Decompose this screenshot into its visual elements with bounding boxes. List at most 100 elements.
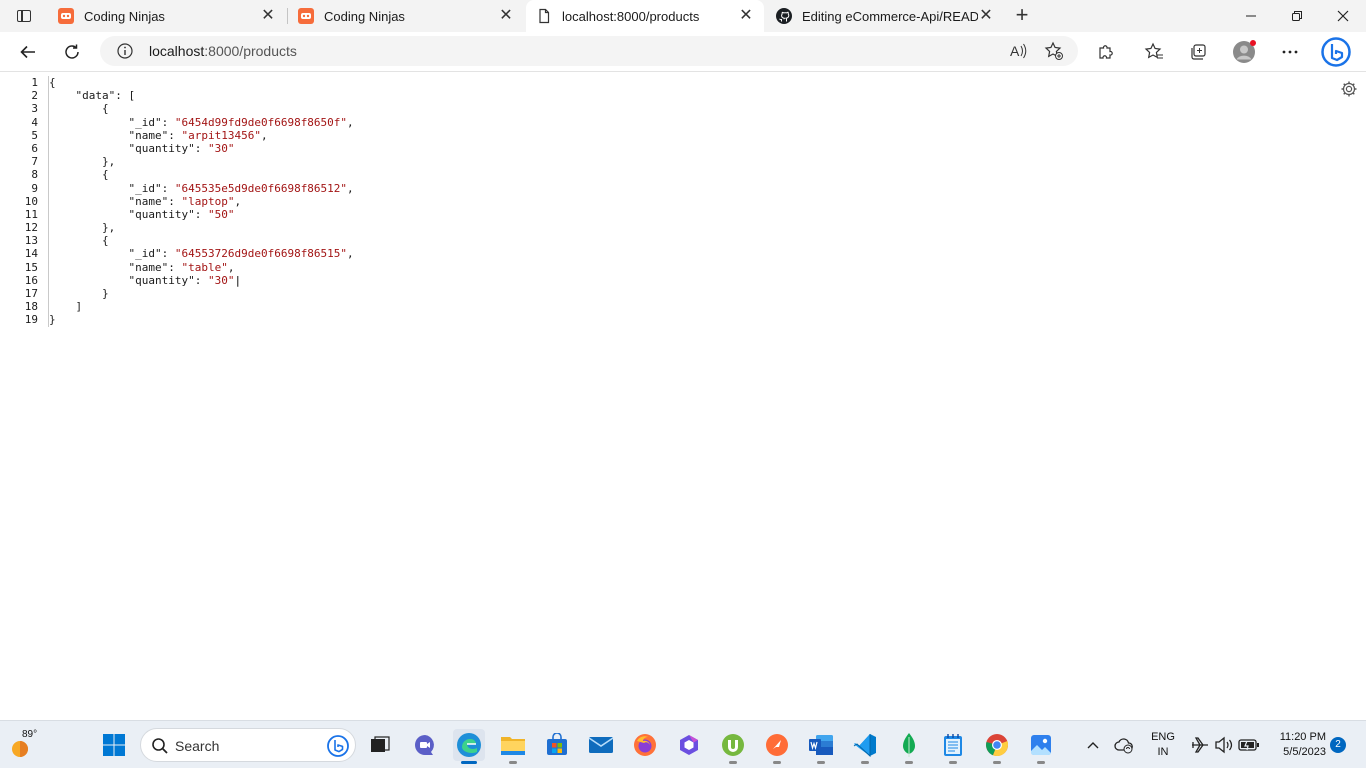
airplane-mode-icon[interactable]	[1190, 736, 1210, 754]
tab-github-editing[interactable]: Editing eCommerce-Api/READM ✕	[766, 0, 1004, 32]
notification-badge[interactable]: 2	[1330, 737, 1346, 753]
close-tab-icon[interactable]: ✕	[738, 8, 754, 24]
bing-chat-button[interactable]	[1320, 36, 1352, 68]
json-punctuation: :	[194, 273, 208, 287]
code-line: 12 },	[0, 221, 354, 235]
notepad-icon	[944, 734, 962, 756]
close-tab-icon[interactable]: ✕	[498, 8, 514, 24]
volume-icon[interactable]	[1214, 736, 1234, 754]
json-punctuation: :	[168, 260, 182, 274]
code-line: 5 "name": "arpit13456",	[0, 128, 354, 142]
line-number: 3	[31, 102, 38, 116]
taskbar-mongodb[interactable]	[893, 729, 925, 764]
taskbar-mail[interactable]	[585, 729, 617, 761]
tab-title: localhost:8000/products	[562, 8, 700, 24]
clock-date: 5/5/2023	[1283, 746, 1326, 758]
taskbar-utorrent[interactable]	[717, 729, 749, 764]
json-punctuation: {	[101, 168, 109, 182]
taskbar-search-box[interactable]: Search	[140, 728, 356, 762]
minimize-button[interactable]	[1228, 0, 1274, 32]
vscode-icon	[853, 734, 876, 757]
tab-localhost-products[interactable]: localhost:8000/products ✕	[526, 0, 764, 32]
gutter	[38, 195, 48, 208]
line-number: 18	[24, 300, 38, 314]
taskbar-task-view[interactable]	[364, 729, 396, 761]
mail-icon	[588, 737, 614, 753]
json-key: "_id"	[128, 181, 162, 195]
code-text: },	[48, 155, 115, 169]
gutter	[38, 129, 48, 142]
back-button[interactable]	[12, 36, 44, 68]
battery-icon[interactable]	[1238, 737, 1260, 753]
profile-button[interactable]	[1228, 36, 1260, 68]
edge-icon	[457, 733, 481, 757]
tab-coding-ninjas-1[interactable]: Coding Ninjas ✕	[48, 0, 286, 32]
line-number: 15	[24, 260, 38, 274]
code-text: "quantity": "50"	[48, 207, 234, 222]
code-text: }	[48, 287, 109, 301]
json-punctuation: :	[161, 181, 175, 195]
clock[interactable]: 11:20 PM 5/5/2023	[1270, 730, 1326, 760]
github-icon	[776, 8, 792, 24]
tab-title: Editing eCommerce-Api/READM	[802, 8, 978, 24]
json-key: "_id"	[128, 247, 162, 261]
extensions-button[interactable]	[1090, 36, 1122, 68]
url-text[interactable]: localhost:8000/products	[149, 43, 297, 59]
close-window-button[interactable]	[1320, 0, 1366, 32]
code-text: "_id": "645535e5d9de0f6698f86512",	[48, 181, 354, 195]
back-arrow-icon	[20, 45, 35, 59]
close-icon	[1337, 10, 1349, 22]
json-punctuation: {	[101, 102, 109, 116]
json-punctuation: {	[49, 76, 56, 89]
line-number: 10	[24, 194, 38, 208]
close-tab-icon[interactable]: ✕	[260, 8, 276, 24]
json-string-value: "64553726d9de0f6698f86515"	[174, 247, 348, 261]
settings-and-more-button[interactable]	[1274, 36, 1306, 68]
close-tab-icon[interactable]: ✕	[978, 8, 994, 24]
add-favorite-icon[interactable]	[1044, 41, 1064, 61]
json-key: "_id"	[128, 115, 162, 129]
json-viewer[interactable]: 1{2 "data": [3 {4 "_id": "6454d99fd9de0f…	[0, 76, 354, 327]
onedrive-sync-icon[interactable]	[1114, 735, 1134, 755]
favorites-button[interactable]	[1138, 36, 1170, 68]
gear-icon[interactable]	[1340, 80, 1358, 98]
line-number: 5	[31, 128, 38, 142]
region-code: IN	[1157, 746, 1169, 758]
refresh-button[interactable]	[56, 36, 88, 68]
taskbar-file-explorer[interactable]	[497, 729, 529, 764]
site-info-icon[interactable]	[116, 42, 134, 60]
restore-icon	[1292, 11, 1302, 21]
taskbar-postman[interactable]	[761, 729, 793, 764]
tab-coding-ninjas-2[interactable]: Coding Ninjas ✕	[288, 0, 524, 32]
taskbar-firefox[interactable]	[629, 729, 661, 761]
taskbar-photos[interactable]	[1025, 729, 1057, 764]
tab-actions-icon[interactable]	[8, 4, 40, 28]
gutter	[38, 221, 48, 234]
read-aloud-icon[interactable]: A	[1008, 41, 1028, 61]
taskbar-vscode[interactable]	[849, 729, 881, 764]
chevron-up-icon[interactable]	[1086, 739, 1100, 751]
gutter	[38, 313, 48, 326]
address-bar[interactable]: localhost:8000/products A	[100, 36, 1078, 66]
line-number: 7	[31, 155, 38, 169]
taskbar-edge[interactable]	[453, 729, 485, 764]
new-tab-button[interactable]: +	[1010, 4, 1034, 28]
json-punctuation: :	[161, 115, 175, 129]
running-indicator	[509, 761, 517, 764]
tab-title: Coding Ninjas	[84, 8, 165, 24]
collections-button[interactable]	[1182, 36, 1214, 68]
taskbar-chat[interactable]	[409, 729, 441, 761]
restore-button[interactable]	[1274, 0, 1320, 32]
taskbar-notepad[interactable]	[937, 729, 969, 764]
taskbar-microsoft-store[interactable]	[541, 729, 573, 761]
weather-widget[interactable]: 89°	[8, 727, 44, 763]
taskbar-word[interactable]	[805, 729, 837, 764]
language-indicator[interactable]: ENG IN	[1148, 730, 1178, 760]
taskbar-chrome[interactable]	[981, 729, 1013, 764]
start-button[interactable]	[98, 729, 130, 761]
taskbar-copilot[interactable]	[673, 729, 705, 761]
